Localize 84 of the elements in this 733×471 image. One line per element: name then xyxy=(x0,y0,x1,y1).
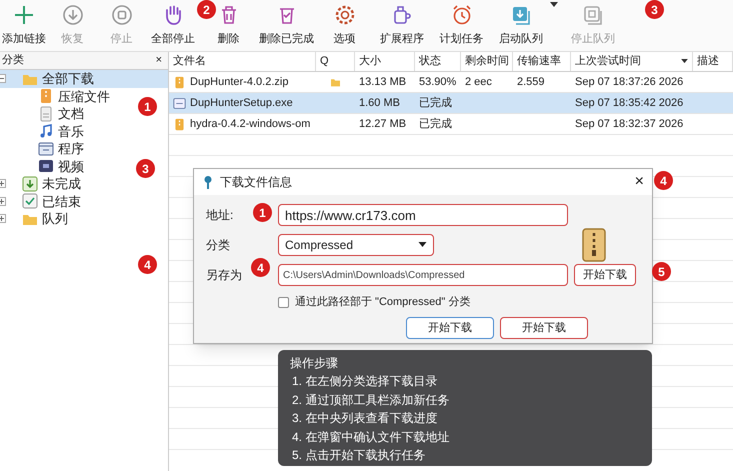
window-icon xyxy=(173,96,186,110)
column-header[interactable]: 传输速率 xyxy=(513,52,571,71)
table-cell-text: Sep 07 18:37:26 2026 xyxy=(575,74,684,90)
table-cell-text: 1.60 MB xyxy=(359,96,400,111)
tree-item[interactable]: 队列 xyxy=(0,210,68,228)
tree-item[interactable]: 程序 xyxy=(0,140,84,158)
field-label: 地址: xyxy=(206,208,234,222)
callout-badge: 4 xyxy=(138,255,157,274)
table-cell-text: Sep 07 18:35:42 2026 xyxy=(575,96,684,111)
column-header[interactable]: 剩余时间 xyxy=(461,52,513,71)
table-cell-text: 2 eec xyxy=(465,74,492,90)
tree-item[interactable]: 压缩文件 xyxy=(0,88,110,105)
table-cell-text: Sep 07 18:32:37 2026 xyxy=(575,116,684,132)
column-header[interactable]: 描述 xyxy=(693,52,733,71)
film-icon xyxy=(38,158,54,174)
field-label: 另存为 xyxy=(206,268,242,282)
zip-file-icon xyxy=(173,118,186,130)
stop-queue-icon xyxy=(581,3,605,27)
steps-title: 操作步骤 xyxy=(290,355,339,372)
column-header[interactable]: 大小 xyxy=(355,52,415,71)
sort-caret-icon xyxy=(681,59,688,64)
zip-file-icon xyxy=(38,88,54,104)
tree-item[interactable]: 已结束 xyxy=(0,192,81,210)
toolbar-button[interactable]: 选项 xyxy=(316,0,373,51)
step-item: 2. 通过顶部工具栏添加新任务 xyxy=(291,392,450,408)
start-download-button[interactable]: 开始下载 xyxy=(500,317,588,339)
step-item: 1. 在左侧分类选择下载目录 xyxy=(291,373,438,390)
checkbox-tick-icon xyxy=(22,193,38,210)
step-item: 3. 在中央列表查看下载进度 xyxy=(291,410,438,427)
toolbar-button[interactable]: 全部停止 xyxy=(146,0,200,51)
window-icon xyxy=(38,140,54,157)
document-icon xyxy=(38,106,54,122)
url-field[interactable]: https://www.cr173.com xyxy=(278,204,568,226)
step-item: 4. 在弹窗中确认文件下载地址 xyxy=(291,428,450,446)
close-button[interactable]: × xyxy=(152,52,166,69)
dropdown-caret-icon xyxy=(550,2,558,8)
zip-archive-icon xyxy=(582,228,606,262)
table-cell-text: 12.27 MB xyxy=(359,116,406,132)
pin-icon xyxy=(202,175,214,189)
stop-circle-icon xyxy=(110,3,134,27)
tree-item[interactable]: 音乐 xyxy=(0,122,84,140)
table-cell-text: hydra-0.4.2-windows-om xyxy=(190,116,310,132)
table-cell-text: 已完成 xyxy=(419,96,452,111)
zip-file-icon xyxy=(173,76,186,88)
start-download-button[interactable]: 开始下载 xyxy=(574,264,636,286)
dropdown-caret-icon xyxy=(418,242,427,248)
toolbar-button[interactable]: 扩展程序 xyxy=(373,0,431,51)
table-cell-text: 2.559 xyxy=(517,74,545,90)
sidebar-title: 分类 xyxy=(2,53,24,68)
tree-item[interactable]: 未完成 xyxy=(0,175,81,192)
table-cell-text: DupHunter-4.0.2.zip xyxy=(190,74,288,90)
dialog-title: 下载文件信息 xyxy=(220,174,292,191)
callout-badge: 3 xyxy=(136,159,155,178)
table-cell-text: 13.13 MB xyxy=(359,74,406,90)
step-item: 5. 点击开始下载执行任务 xyxy=(291,447,426,464)
callout-badge: 5 xyxy=(652,262,671,281)
plus-icon xyxy=(12,3,36,27)
toolbar-button[interactable]: 删除已完成 xyxy=(257,0,316,51)
tree-item[interactable]: 全部下载 xyxy=(0,70,168,88)
start-download-button[interactable]: 开始下载 xyxy=(406,317,494,339)
column-header[interactable]: 上次尝试时间 xyxy=(571,52,693,71)
download-box-icon xyxy=(22,176,38,192)
column-header[interactable]: 状态 xyxy=(415,52,461,71)
callout-badge: 4 xyxy=(654,171,673,190)
table-cell-text: 53.90% xyxy=(419,74,456,90)
tree-item[interactable]: 视频 xyxy=(0,158,84,175)
toolbar-button[interactable]: 启动队列 xyxy=(492,0,550,51)
category-dropdown[interactable]: Compressed xyxy=(278,234,434,256)
field-label: 分类 xyxy=(206,238,230,252)
toolbar-button[interactable]: 计划任务 xyxy=(431,0,492,51)
tree-item[interactable]: 文档 xyxy=(0,105,84,122)
table-row[interactable]: hydra-0.4.2-windows-om 12.27 MB 已完成 Sep 07 18:32:37 2026 xyxy=(169,114,733,135)
download-circle-icon xyxy=(60,3,84,27)
music-note-icon xyxy=(38,123,54,140)
toolbar-button[interactable]: 添加链接 xyxy=(0,0,48,51)
remember-checkbox[interactable]: 通过此路径部于 "Compressed" 分类 xyxy=(278,293,652,311)
save-path-field[interactable]: C:\Users\Admin\Downloads\Compressed xyxy=(278,264,568,286)
column-header[interactable]: 文件名 xyxy=(169,52,316,71)
close-button[interactable]: × xyxy=(634,174,644,190)
table-cell-text: 已完成 xyxy=(419,116,452,132)
table-cell-text: DupHunterSetup.exe xyxy=(190,96,293,111)
callout-badge: 1 xyxy=(138,97,157,116)
column-header[interactable]: Q xyxy=(316,52,355,71)
table-row[interactable]: DupHunterSetup.exe 1.60 MB 已完成 Sep 07 18:35:42 2026 xyxy=(169,93,733,114)
